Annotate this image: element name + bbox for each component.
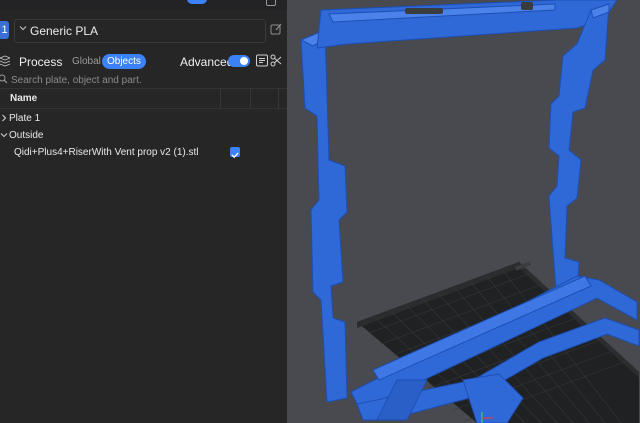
- object-checkbox[interactable]: [230, 147, 240, 159]
- tree-item-group[interactable]: Outside: [0, 128, 287, 144]
- tree-item-label: Plate 1: [9, 113, 41, 124]
- filament-dropdown[interactable]: Generic PLA: [14, 19, 266, 43]
- search-icon: [0, 74, 8, 84]
- process-header: Process Global Objects Advanced: [0, 52, 287, 72]
- top-toggle[interactable]: [187, 0, 207, 4]
- model-view: [299, 0, 640, 423]
- top-strip: [0, 0, 287, 10]
- column-name[interactable]: Name: [10, 93, 37, 104]
- column-divider: [278, 89, 279, 108]
- chevron-right-icon[interactable]: [0, 114, 8, 122]
- search-input[interactable]: [11, 73, 271, 87]
- chevron-down-icon: [19, 26, 27, 31]
- process-title: Process: [19, 55, 63, 69]
- tree-item-label: Outside: [9, 130, 44, 141]
- check-icon: [231, 152, 239, 159]
- object-list-header: Name: [0, 89, 287, 109]
- edit-icon[interactable]: [270, 23, 282, 35]
- tree-item-object[interactable]: Qidi+Plus4+RiserWith Vent prop v2 (1).st…: [0, 145, 287, 161]
- column-divider: [220, 89, 221, 108]
- tree-item-plate[interactable]: Plate 1: [0, 111, 287, 127]
- tab-global[interactable]: Global: [68, 55, 105, 68]
- left-panel: 1 Generic PLA Process Global Objects Adv…: [0, 0, 287, 423]
- advanced-label: Advanced: [180, 55, 234, 69]
- settings-icon[interactable]: [266, 0, 276, 6]
- tab-objects[interactable]: Objects: [102, 54, 146, 69]
- column-divider: [250, 89, 251, 108]
- layers-icon: [0, 55, 10, 67]
- search-bar: [0, 72, 287, 89]
- filament-row: 1 Generic PLA: [0, 19, 287, 43]
- 3d-viewport[interactable]: [287, 0, 640, 423]
- scissors-icon[interactable]: [270, 54, 282, 67]
- filament-index-badge[interactable]: 1: [0, 21, 9, 39]
- chevron-down-icon[interactable]: [0, 131, 8, 139]
- toggle-knob: [240, 57, 248, 65]
- filament-value: Generic PLA: [30, 24, 99, 38]
- list-settings-icon[interactable]: [256, 54, 268, 67]
- object-name: Qidi+Plus4+RiserWith Vent prop v2 (1).st…: [14, 147, 199, 158]
- advanced-toggle[interactable]: [228, 55, 250, 67]
